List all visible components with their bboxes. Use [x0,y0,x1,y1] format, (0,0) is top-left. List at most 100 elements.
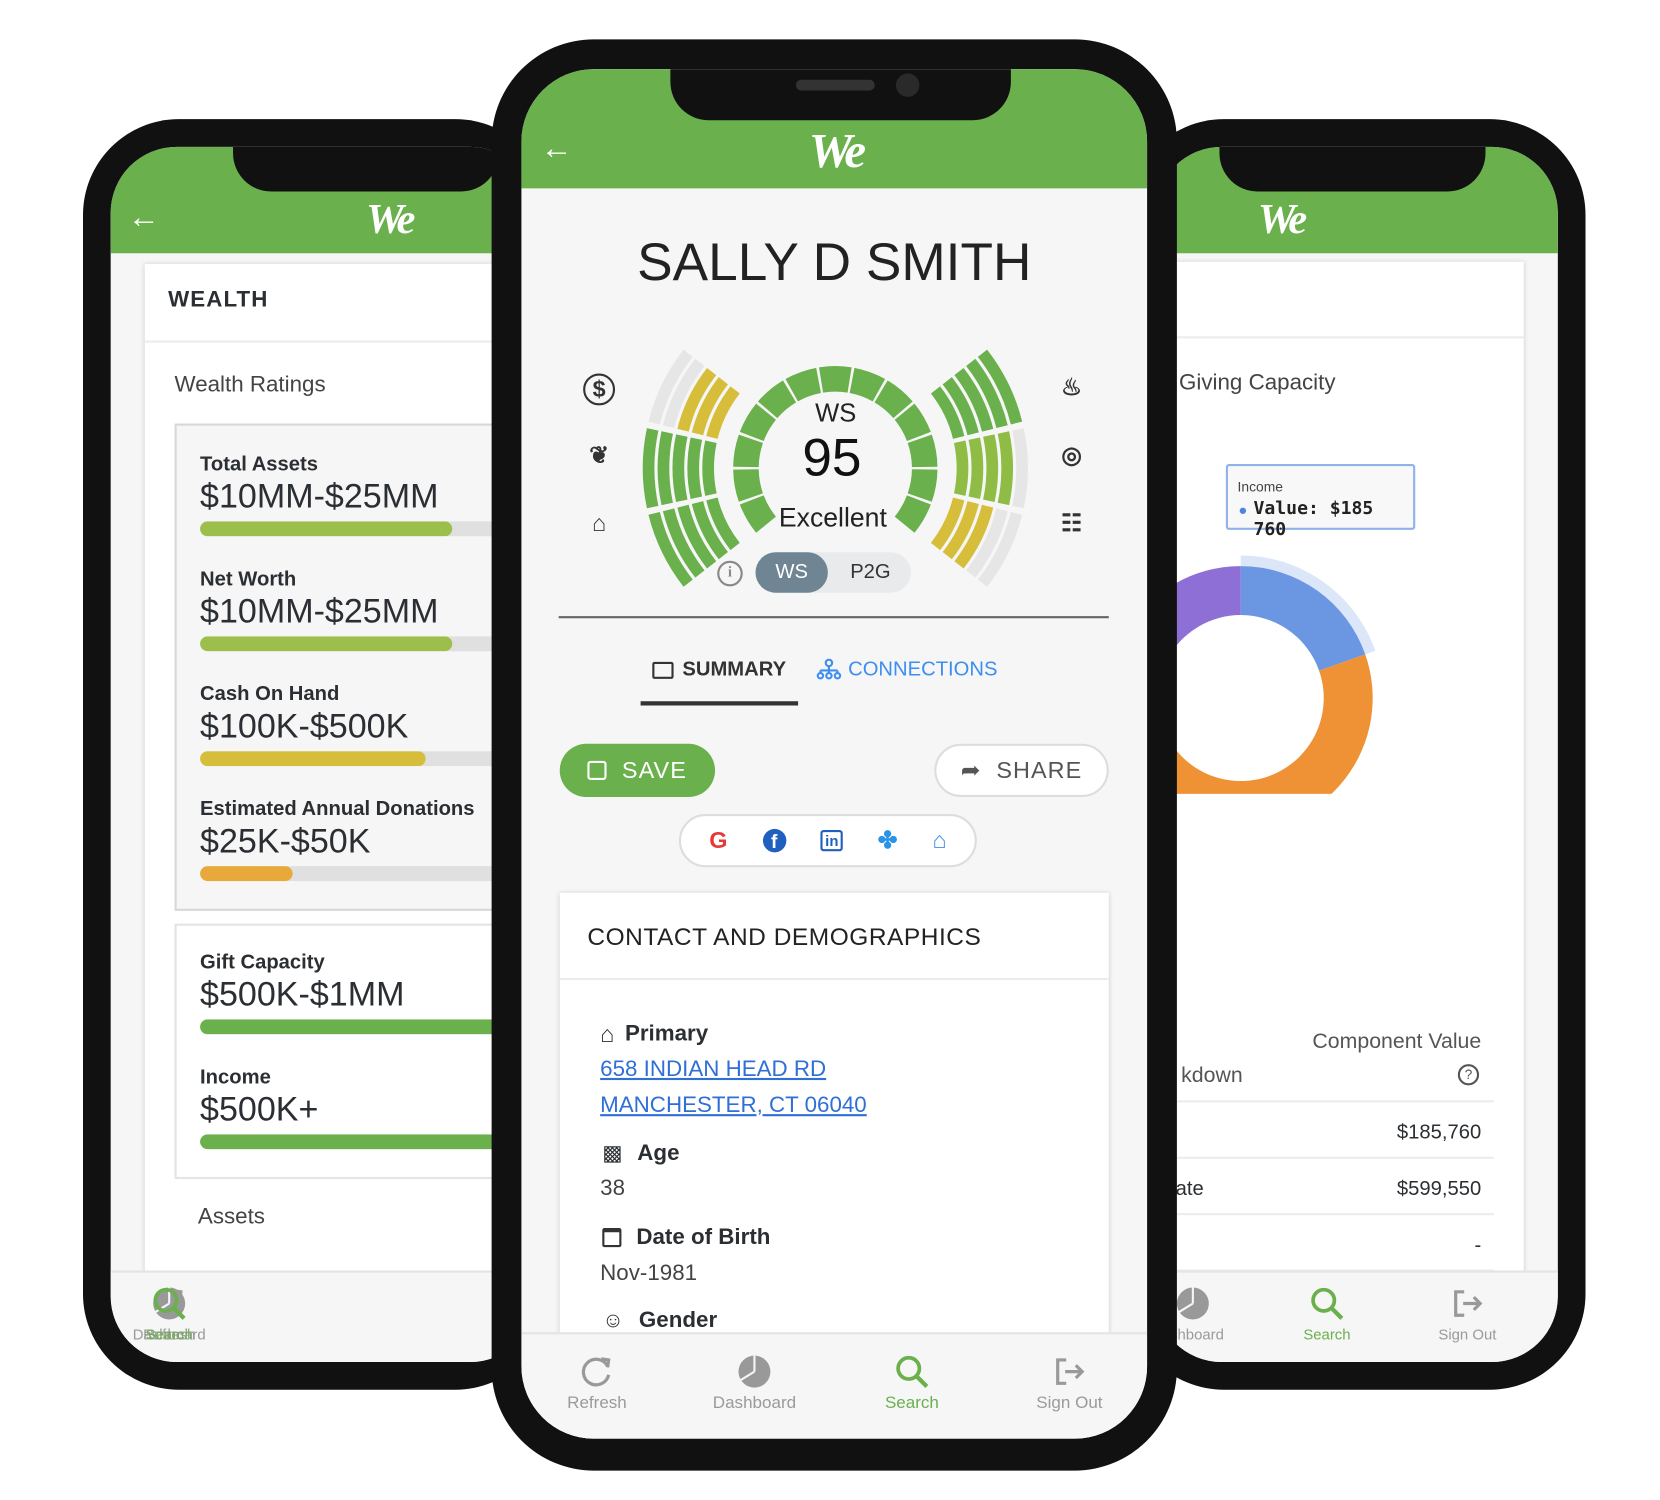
rating-value: $100K-$500K [200,706,409,745]
left-phone: ← We WEALTH Wealth Ratings Total Assets $… [82,119,552,1390]
table-row: e$185,760 [1155,1102,1494,1159]
gauge-band-strip [997,431,1014,506]
row-value: $599,550 [1396,1177,1482,1201]
tab-label: CONNECTIONS [848,658,998,682]
hand-money-icon: ♨ [1061,373,1083,401]
info-icon[interactable]: i [717,560,743,587]
help-icon[interactable]: ? [1457,1064,1480,1086]
refresh-icon [581,1357,611,1387]
giving-hands-icon: ❦ [589,441,609,469]
rating-value: $500K+ [200,1089,319,1128]
address-link-line2[interactable]: MANCHESTER, CT 06040 [600,1093,867,1119]
rating-bar-fill [200,521,452,537]
gauge-segment [894,495,931,533]
table-row: state $599,550 [1155,1159,1494,1216]
sign-out-icon [1056,1358,1085,1385]
id-card-icon [652,661,674,679]
dob-label: Date of Birth [636,1224,771,1250]
share-label: SHARE [996,756,1083,784]
row-value: - [1474,1234,1482,1257]
social-links: Gf in ✤ ⌂ [678,814,977,868]
facebook-icon[interactable]: f [762,828,786,853]
share-button[interactable]: ➦ SHARE [934,743,1109,798]
toggle-p2g[interactable]: P2G [839,552,903,592]
component-table: e$185,760state$599,550-n-$160,901 [1155,1100,1494,1362]
gauge-segment [907,434,938,468]
rating-bar [200,751,537,767]
gauge-segment [733,434,763,468]
gauge-band-strip [657,431,673,506]
rating-value: $500K-$1MM [200,974,405,1014]
score-toggle[interactable]: WS P2G [755,552,911,593]
subtitle: Wealth Ratings [174,372,326,397]
rating-bar-fill [200,751,426,767]
nav-sign-out[interactable]: Sign Out [1011,1354,1128,1414]
nav-search[interactable]: Search [111,1285,228,1343]
linkedin-icon[interactable]: in [820,829,843,852]
nav-label: Search [145,1325,193,1343]
home-icon[interactable]: ⌂ [932,827,946,855]
home-icon: ⌂ [600,1020,615,1048]
tab-connections[interactable]: CONNECTIONS [816,658,998,682]
rating-label: Income [200,1066,271,1089]
gauge-band-strip [702,440,717,496]
tab-summary[interactable]: SUMMARY [640,659,799,706]
rating-label: Net Worth [200,568,297,591]
dollar-icon: $ [583,373,616,406]
ratings-box: Total Assets $10MM-$25MM Net Worth $10MM-$2… [174,423,537,911]
gauge-band-strip [953,440,969,496]
share-icon: ➦ [960,756,982,784]
rating-bar [200,1134,537,1150]
rating-bar [200,636,537,652]
google-icon[interactable]: G [709,827,727,855]
rating-label: Estimated Annual Donations [200,798,475,821]
money-bag-icon: ◎ [1061,441,1082,469]
score-label: WS [815,399,857,428]
rating-label: Gift Capacity [200,951,325,974]
right-phone: We Giving Capacity Income Value: $185 76… [1127,119,1586,1390]
org-chart-icon: ☷ [1061,509,1083,537]
nav-dashboard[interactable]: Dashboard [696,1354,813,1414]
save-button[interactable]: SAVE [559,743,716,798]
twitter-icon[interactable]: ✤ [878,827,898,855]
rating-bar-fill [200,636,452,652]
app-logo: We [366,194,415,243]
pie-chart-icon [1176,1287,1209,1320]
nav-search[interactable]: Search [1268,1285,1385,1343]
org-chart-icon [816,658,842,680]
address-link-line1[interactable]: 658 INDIAN HEAD RD [600,1057,826,1083]
gauge-band-strip [642,428,659,509]
rating-value: $25K-$50K [200,821,371,860]
tooltip-title: Income [1237,478,1283,495]
rating-value: $10MM-$25MM [200,591,439,630]
subtitle: Giving Capacity [1179,370,1336,395]
giving-card: Giving Capacity Income Value: $185 760 k… [1155,261,1524,1362]
table-row: - [1155,1215,1494,1272]
section-title: WEALTH [168,287,269,312]
save-icon [587,760,608,780]
bottom-nav: Refresh Dashboard Search Sign Out [521,1332,1148,1439]
nav-refresh[interactable]: Refresh [538,1354,655,1414]
sign-out-icon [1454,1290,1483,1317]
wealth-score-gauge [642,349,1028,587]
back-button[interactable]: ← [128,200,160,236]
nav-search[interactable]: Search [853,1354,970,1414]
toggle-ws[interactable]: WS [755,552,828,593]
wealth-card: WEALTH Wealth Ratings Total Assets $10MM-… [144,263,537,1328]
rating-bar [200,521,537,537]
nav-sign-out[interactable]: Sign Out [1409,1285,1526,1343]
gauge-segment [907,469,938,502]
gauge-segment [739,495,776,533]
capacity-box: Gift Capacity $500K-$1MM Income $500K+ [174,923,537,1180]
gauge-band-strip [983,434,999,503]
gauge-band-strip [687,437,703,499]
nav-label: Search [884,1393,939,1413]
user-icon: ☺ [602,1308,625,1332]
nav-label: Dashboard [712,1393,797,1413]
bottom-nav: Refresh Dashboard Search [110,1270,537,1363]
contact-title: CONTACT AND DEMOGRAPHICS [587,922,982,951]
row-value: $185,760 [1396,1121,1482,1144]
gauge-segment [733,469,763,502]
rating-bar-fill [200,866,293,882]
gender-label: Gender [638,1307,718,1333]
